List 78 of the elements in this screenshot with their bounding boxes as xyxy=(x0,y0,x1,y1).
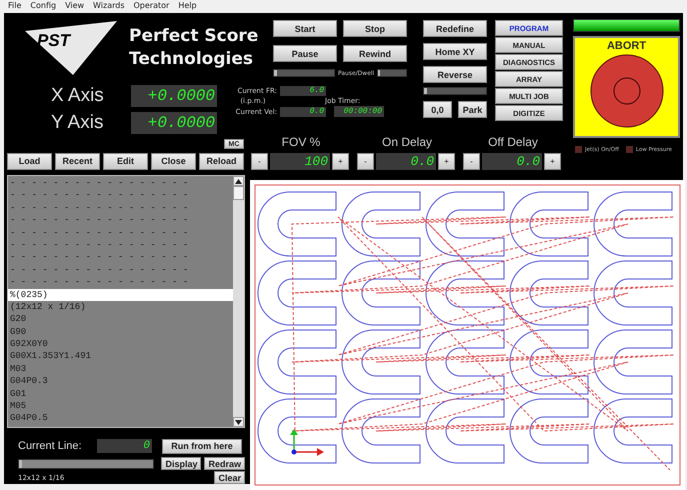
control-button[interactable]: Run from here xyxy=(162,438,242,454)
menu-item[interactable]: Wizards xyxy=(93,1,124,13)
file-button[interactable]: Edit xyxy=(103,152,148,170)
menu-item[interactable]: Help xyxy=(178,1,197,13)
company-name: Technologies xyxy=(129,48,254,71)
control-button[interactable]: Reverse xyxy=(423,66,487,83)
file-button[interactable]: Close xyxy=(151,152,196,170)
menu-item[interactable]: File xyxy=(8,1,22,13)
control-button[interactable]: Pause xyxy=(273,45,337,62)
menu-item[interactable]: Operator xyxy=(134,1,170,13)
code-line[interactable]: (12x12 x 1/16) xyxy=(8,300,233,314)
control-button[interactable]: Park xyxy=(458,101,487,118)
code-line[interactable]: G20 xyxy=(8,313,233,326)
scroll-thumb[interactable] xyxy=(233,186,244,200)
company-name: Perfect Score xyxy=(129,25,258,48)
increment-button[interactable]: + xyxy=(438,152,455,170)
job-timer-readout: 00:00:00 xyxy=(334,106,384,117)
code-line[interactable]: - - - - - - - - - - - - - - - - - xyxy=(8,276,233,289)
code-line[interactable]: - - - - - - - - - - - - - - - - - xyxy=(8,264,233,276)
increment-button[interactable]: + xyxy=(544,152,561,170)
code-line[interactable]: M05 xyxy=(8,400,233,412)
abort-button[interactable]: ABORT xyxy=(573,36,680,138)
axis-label: Y Axis xyxy=(51,112,104,134)
axis-origin-icon xyxy=(290,429,324,456)
code-line[interactable]: - - - - - - - - - - - - - - - - - xyxy=(8,214,233,227)
decrement-button[interactable]: - xyxy=(357,152,374,170)
code-line[interactable]: - - - - - - - - - - - - - - - - - xyxy=(8,251,233,264)
increment-button[interactable]: + xyxy=(332,152,349,170)
code-line[interactable]: G01 xyxy=(8,388,233,400)
stop-circle-icon xyxy=(590,54,664,128)
progress-bar xyxy=(377,69,408,77)
code-line[interactable]: - - - - - - - - - - - - - - - - - xyxy=(8,189,233,202)
code-listing[interactable] xyxy=(7,175,245,428)
spinner-label: On Delay xyxy=(380,135,434,149)
control-button[interactable]: Stop xyxy=(343,20,407,37)
feed-rate-readout: 6.0 xyxy=(280,86,326,96)
code-line[interactable]: G00X1.353Y1.491 xyxy=(8,350,233,363)
progress-bar xyxy=(423,87,487,95)
menu-item[interactable]: Config xyxy=(30,1,56,13)
control-button[interactable]: Display xyxy=(161,457,202,470)
control-button[interactable]: Redefine xyxy=(423,20,487,37)
control-button[interactable]: Clear xyxy=(214,471,245,484)
spinner-label: FOV % xyxy=(280,135,322,149)
file-button[interactable]: Recent xyxy=(55,152,100,170)
code-line[interactable]: G04P0.3 xyxy=(8,375,233,388)
decrement-button[interactable]: - xyxy=(251,152,268,170)
control-button[interactable]: Rewind xyxy=(343,45,407,62)
control-button[interactable]: Home XY xyxy=(423,43,487,60)
code-line[interactable]: G92X0Y0 xyxy=(8,338,233,350)
decrement-button[interactable]: - xyxy=(463,152,480,170)
velocity-readout: 0.0 xyxy=(280,106,326,116)
code-line[interactable]: G90 xyxy=(8,326,233,338)
scroll-up-icon[interactable] xyxy=(233,176,244,186)
code-line[interactable]: G04P0.5 xyxy=(8,412,233,425)
logo-text: PST xyxy=(37,31,70,51)
file-button[interactable]: Reload xyxy=(199,152,244,170)
axis-label: X Axis xyxy=(51,85,105,107)
code-line[interactable]: - - - - - - - - - - - - - - - - - xyxy=(8,202,233,214)
spinner-readout: 100 xyxy=(270,152,330,170)
code-line[interactable]: - - - - - - - - - - - - - - - - - xyxy=(8,177,233,190)
axis-readout: +0.0000 xyxy=(131,112,217,134)
spinner-readout: 0.0 xyxy=(482,152,542,170)
code-line[interactable]: - - - - - - - - - - - - - - - - - xyxy=(8,238,233,252)
scrollbar[interactable] xyxy=(233,176,244,427)
progress-bar xyxy=(273,69,335,77)
spinner-label: Off Delay xyxy=(487,135,539,149)
menu-item[interactable]: View xyxy=(65,1,84,13)
code-line[interactable]: M03 xyxy=(8,362,233,376)
current-line-readout: 0 xyxy=(97,439,152,453)
axis-readout: +0.0000 xyxy=(131,85,217,107)
file-button[interactable]: Load xyxy=(7,152,52,170)
current-line-label: Current Line: xyxy=(17,440,83,452)
spinner-readout: 0.0 xyxy=(376,152,436,170)
control-button[interactable]: Redraw xyxy=(204,457,245,470)
scroll-down-icon[interactable] xyxy=(233,417,244,427)
control-button[interactable]: Start xyxy=(273,20,337,37)
control-button[interactable]: 0,0 xyxy=(423,101,452,118)
code-line[interactable]: - - - - - - - - - - - - - - - - - xyxy=(8,226,233,239)
